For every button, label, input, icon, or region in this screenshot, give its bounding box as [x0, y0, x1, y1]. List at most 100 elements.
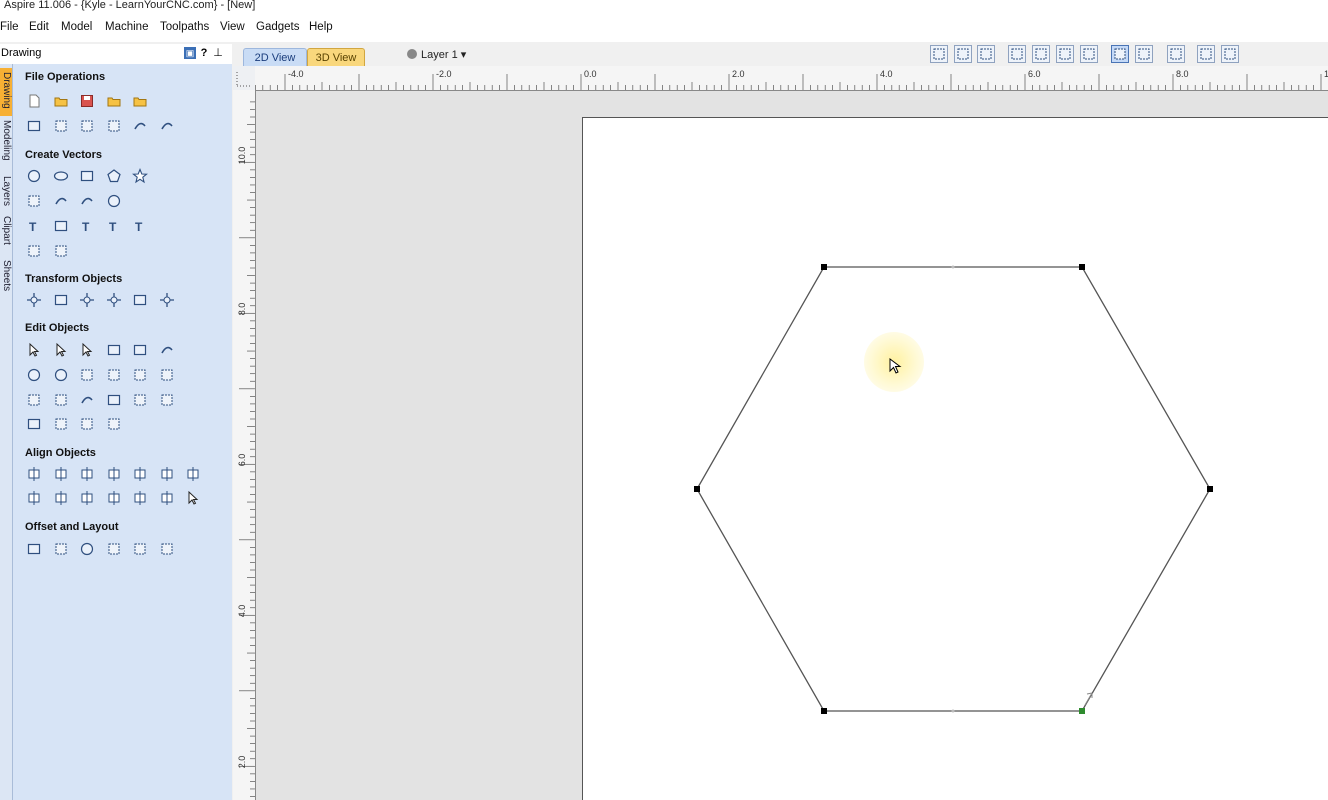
text-arc-icon[interactable]: T	[105, 217, 123, 235]
drawing-canvas[interactable]	[256, 91, 1328, 800]
menu-model[interactable]: Model	[61, 21, 92, 33]
arc-icon[interactable]	[52, 192, 70, 210]
align-left-icon[interactable]	[105, 465, 123, 483]
menu-gadgets[interactable]: Gadgets	[256, 21, 299, 33]
copy-icon[interactable]	[78, 117, 96, 135]
weld-icon[interactable]	[25, 366, 43, 384]
node-handle[interactable]	[821, 708, 827, 714]
pin-icon[interactable]: ⊥	[212, 47, 224, 59]
node-handle[interactable]	[1207, 486, 1213, 492]
center-page-icon[interactable]	[25, 489, 43, 507]
bracket-icon[interactable]	[52, 415, 70, 433]
tab-sheets[interactable]: Sheets	[0, 260, 12, 291]
distort-icon[interactable]	[131, 291, 149, 309]
scale-icon[interactable]	[52, 291, 70, 309]
align-horizontal-icon[interactable]	[52, 465, 70, 483]
ungroup-icon[interactable]	[131, 341, 149, 359]
ruler-corner[interactable]	[233, 66, 256, 91]
bitmap-icon[interactable]	[158, 391, 176, 409]
tab-layers[interactable]: Layers	[0, 176, 12, 206]
offset-node-icon[interactable]	[105, 391, 123, 409]
grid-icon[interactable]	[977, 45, 995, 63]
zoom-in-icon[interactable]	[1032, 45, 1050, 63]
close-vector-icon[interactable]	[158, 366, 176, 384]
rounded-rect-icon[interactable]	[25, 415, 43, 433]
set-size-icon[interactable]	[158, 291, 176, 309]
bracket-end-icon[interactable]	[105, 415, 123, 433]
node-edit-icon[interactable]	[52, 341, 70, 359]
menu-view[interactable]: View	[220, 21, 245, 33]
layer-dropdown[interactable]: Layer 1 ▾	[407, 48, 466, 61]
curve-fit-icon[interactable]	[158, 341, 176, 359]
vector-validator-icon[interactable]	[1111, 45, 1129, 63]
tab-clipart[interactable]: Clipart	[0, 216, 12, 245]
import-bitmap-icon[interactable]	[131, 92, 149, 110]
menu-file[interactable]: File	[0, 21, 19, 33]
text-icon[interactable]: T	[25, 217, 43, 235]
vector-view-icon[interactable]	[1135, 45, 1153, 63]
save-icon[interactable]	[78, 92, 96, 110]
fillet-icon[interactable]	[105, 366, 123, 384]
menu-toolpaths[interactable]: Toolpaths	[160, 21, 209, 33]
node-handle[interactable]	[694, 486, 700, 492]
center-vertical-page-icon[interactable]	[78, 489, 96, 507]
subtract-icon[interactable]	[52, 366, 70, 384]
align-bottom-icon[interactable]	[184, 465, 202, 483]
hexagon-vector[interactable]	[696, 266, 1211, 712]
zoom-window-icon[interactable]	[1080, 45, 1098, 63]
tab-2d-view[interactable]: 2D View	[243, 48, 307, 67]
circular-array-icon[interactable]	[78, 540, 96, 558]
rectangle-icon[interactable]	[78, 167, 96, 185]
align-top-icon[interactable]	[158, 465, 176, 483]
star-icon[interactable]	[131, 167, 149, 185]
paste-icon[interactable]	[105, 117, 123, 135]
open-file-icon[interactable]	[52, 92, 70, 110]
polyline-icon[interactable]	[25, 192, 43, 210]
snap-grid-icon[interactable]	[954, 45, 972, 63]
cut-icon[interactable]	[52, 117, 70, 135]
polygon-icon[interactable]	[105, 167, 123, 185]
new-file-icon[interactable]	[25, 92, 43, 110]
group-icon[interactable]	[105, 341, 123, 359]
bend-text-icon[interactable]: T	[131, 217, 149, 235]
menu-machine[interactable]: Machine	[105, 21, 148, 33]
align-center-icon[interactable]	[25, 465, 43, 483]
node-handle[interactable]	[821, 264, 827, 270]
join-icon[interactable]	[131, 366, 149, 384]
ellipse-icon[interactable]	[52, 167, 70, 185]
menu-help[interactable]: Help	[309, 21, 333, 33]
menu-edit[interactable]: Edit	[29, 21, 49, 33]
align-vertical-icon[interactable]	[78, 465, 96, 483]
undo-icon[interactable]	[131, 117, 149, 135]
text-on-curve-icon[interactable]: T	[78, 217, 96, 235]
spiral-icon[interactable]	[105, 192, 123, 210]
select-icon[interactable]	[25, 341, 43, 359]
trim-icon[interactable]	[78, 366, 96, 384]
center-horizontal-page-icon[interactable]	[52, 489, 70, 507]
measure-icon[interactable]	[52, 242, 70, 260]
nesting-icon[interactable]	[131, 540, 149, 558]
tab-modeling[interactable]: Modeling	[0, 120, 12, 161]
align-node-icon[interactable]	[184, 489, 202, 507]
align-right-icon[interactable]	[131, 465, 149, 483]
mirror-icon[interactable]	[105, 291, 123, 309]
layout-left-icon[interactable]	[1197, 45, 1215, 63]
help-icon[interactable]: ?	[198, 47, 210, 59]
bulb-icon[interactable]	[1167, 45, 1185, 63]
image-trace-icon[interactable]	[131, 391, 149, 409]
import-icon[interactable]	[105, 92, 123, 110]
tab-3d-view[interactable]: 3D View	[307, 48, 365, 67]
interactive-transform-icon[interactable]	[78, 341, 96, 359]
dimension-icon[interactable]	[25, 242, 43, 260]
dogbone-icon[interactable]	[52, 391, 70, 409]
tile-icon[interactable]	[158, 540, 176, 558]
autoscale-text-icon[interactable]	[52, 217, 70, 235]
arrow-icon[interactable]	[78, 415, 96, 433]
circle-icon[interactable]	[25, 167, 43, 185]
zoom-out-icon[interactable]	[1056, 45, 1074, 63]
space-horizontal-icon[interactable]	[105, 489, 123, 507]
extend-icon[interactable]	[25, 391, 43, 409]
distribute-icon[interactable]	[158, 489, 176, 507]
array-copy-icon[interactable]	[52, 540, 70, 558]
snap-icon[interactable]	[930, 45, 948, 63]
